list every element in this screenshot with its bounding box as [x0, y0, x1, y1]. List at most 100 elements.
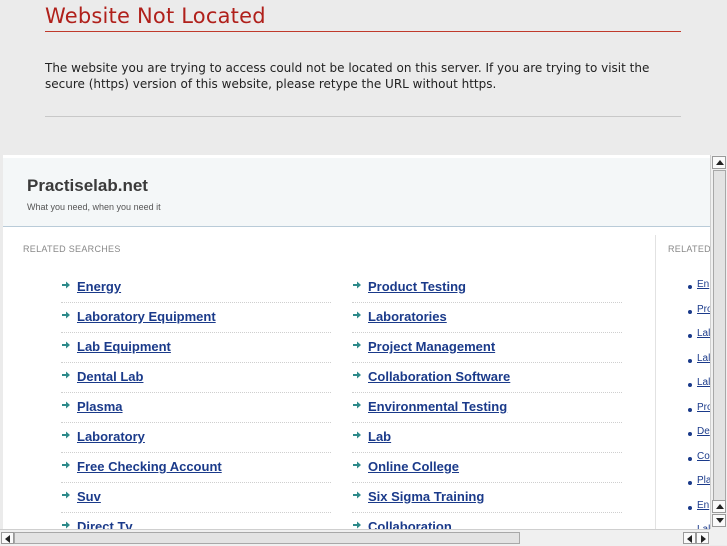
arrow-right-icon: [353, 521, 361, 529]
side-search-item: Pla: [688, 474, 710, 499]
side-search-link[interactable]: Pro: [697, 304, 710, 315]
arrow-up-icon: [716, 504, 724, 509]
related-search-link[interactable]: Collaboration: [368, 519, 452, 529]
related-search-link[interactable]: Project Management: [368, 339, 495, 354]
arrow-right-icon: [353, 401, 361, 409]
related-search-item: Six Sigma Training: [352, 483, 622, 513]
bullet-icon: [688, 358, 692, 363]
related-search-link[interactable]: Environmental Testing: [368, 399, 507, 414]
related-searches-label-side: RELATED: [668, 244, 710, 254]
related-search-link[interactable]: Six Sigma Training: [368, 489, 484, 504]
related-search-item: Energy: [61, 273, 331, 303]
error-title: Website Not Located: [45, 4, 266, 28]
scroll-left-button-2[interactable]: [683, 532, 696, 544]
bullet-icon: [688, 309, 692, 314]
site-header: Practiselab.net What you need, when you …: [3, 158, 710, 227]
scroll-left-button[interactable]: [1, 532, 14, 544]
bullet-icon: [688, 334, 692, 338]
side-search-link[interactable]: En: [697, 279, 709, 290]
related-search-item: Lab Equipment: [61, 333, 331, 363]
scroll-right-button[interactable]: [696, 532, 709, 544]
side-search-link[interactable]: Pla: [697, 475, 710, 486]
related-search-item: Plasma: [61, 393, 331, 423]
related-searches-label: RELATED SEARCHES: [23, 244, 121, 254]
related-search-link[interactable]: Plasma: [77, 399, 123, 414]
related-search-item: Collaboration: [352, 513, 622, 529]
related-search-item: Suv: [61, 483, 331, 513]
related-list-left: Energy Laboratory Equipment Lab Equipment D…: [61, 273, 331, 529]
bullet-icon: [688, 456, 692, 461]
related-search-link[interactable]: Lab: [368, 429, 391, 444]
related-search-item: Collaboration Software: [352, 363, 622, 393]
arrow-right-icon: [353, 461, 361, 469]
related-search-link[interactable]: Direct Tv: [77, 519, 133, 529]
arrow-right-icon: [62, 281, 70, 289]
arrow-right-icon: [62, 401, 70, 409]
related-search-item: Online College: [352, 453, 622, 483]
related-search-item: Product Testing: [352, 273, 622, 303]
side-search-link[interactable]: Pro: [697, 402, 710, 413]
related-search-item: Lab: [352, 423, 622, 453]
arrow-right-icon: [62, 491, 70, 499]
bullet-icon: [688, 481, 692, 485]
related-search-item: Laboratories: [352, 303, 622, 333]
error-panel: Website Not Located The website you are …: [0, 0, 727, 155]
scroll-down-button[interactable]: [712, 514, 726, 527]
related-search-item: Environmental Testing: [352, 393, 622, 423]
vertical-scroll-thumb[interactable]: [713, 170, 726, 510]
side-search-item: Lal: [688, 352, 710, 377]
side-search-link[interactable]: En: [697, 500, 709, 511]
related-search-link[interactable]: Laboratory Equipment: [77, 309, 216, 324]
related-search-item: Laboratory Equipment: [61, 303, 331, 333]
site-name[interactable]: Practiselab.net: [27, 176, 148, 196]
site-tagline: What you need, when you need it: [27, 202, 161, 212]
related-search-link[interactable]: Collaboration Software: [368, 369, 510, 384]
related-search-link[interactable]: Laboratories: [368, 309, 447, 324]
error-message: The website you are trying to access cou…: [45, 61, 650, 91]
arrow-right-icon: [62, 341, 70, 349]
related-search-item: Free Checking Account: [61, 453, 331, 483]
scroll-up-button[interactable]: [712, 156, 726, 169]
scroll-up-button-2[interactable]: [712, 500, 726, 513]
side-search-item: Co: [688, 450, 710, 475]
vertical-scrollbar[interactable]: [710, 155, 727, 529]
related-list-side: EnProLalLalLalProDeCoPlaEnLal: [688, 278, 710, 529]
side-search-link[interactable]: Lal: [697, 377, 710, 388]
arrow-right-icon: [353, 341, 361, 349]
side-search-link[interactable]: Co: [697, 451, 710, 462]
arrow-right-icon: [62, 521, 70, 529]
related-search-link[interactable]: Energy: [77, 279, 121, 294]
scrollbar-corner: [710, 529, 727, 545]
side-search-link[interactable]: De: [697, 426, 710, 437]
arrow-right-icon: [701, 535, 706, 543]
side-search-link[interactable]: Lal: [697, 328, 710, 339]
related-search-link[interactable]: Product Testing: [368, 279, 466, 294]
side-search-item: De: [688, 425, 710, 450]
arrow-right-icon: [62, 311, 70, 319]
related-search-link[interactable]: Free Checking Account: [77, 459, 222, 474]
arrow-up-icon: [716, 160, 724, 165]
horizontal-scroll-thumb[interactable]: [14, 532, 520, 544]
side-search-item: Lal: [688, 327, 710, 352]
arrow-right-icon: [353, 371, 361, 379]
arrow-right-icon: [353, 311, 361, 319]
bullet-icon: [688, 383, 692, 387]
related-search-link[interactable]: Laboratory: [77, 429, 145, 444]
arrow-down-icon: [716, 518, 724, 523]
bottom-divider: [45, 116, 681, 117]
related-search-item: Direct Tv: [61, 513, 331, 529]
column-divider: [655, 235, 656, 529]
arrow-right-icon: [62, 371, 70, 379]
bullet-icon: [688, 505, 692, 510]
related-search-link[interactable]: Dental Lab: [77, 369, 143, 384]
bullet-icon: [688, 432, 692, 436]
related-search-link[interactable]: Suv: [77, 489, 101, 504]
related-search-link[interactable]: Lab Equipment: [77, 339, 171, 354]
arrow-right-icon: [62, 431, 70, 439]
related-search-item: Project Management: [352, 333, 622, 363]
related-search-link[interactable]: Online College: [368, 459, 459, 474]
horizontal-scrollbar[interactable]: [0, 529, 710, 546]
arrow-left-icon: [687, 535, 692, 543]
side-search-link[interactable]: Lal: [697, 353, 710, 364]
arrow-right-icon: [353, 491, 361, 499]
